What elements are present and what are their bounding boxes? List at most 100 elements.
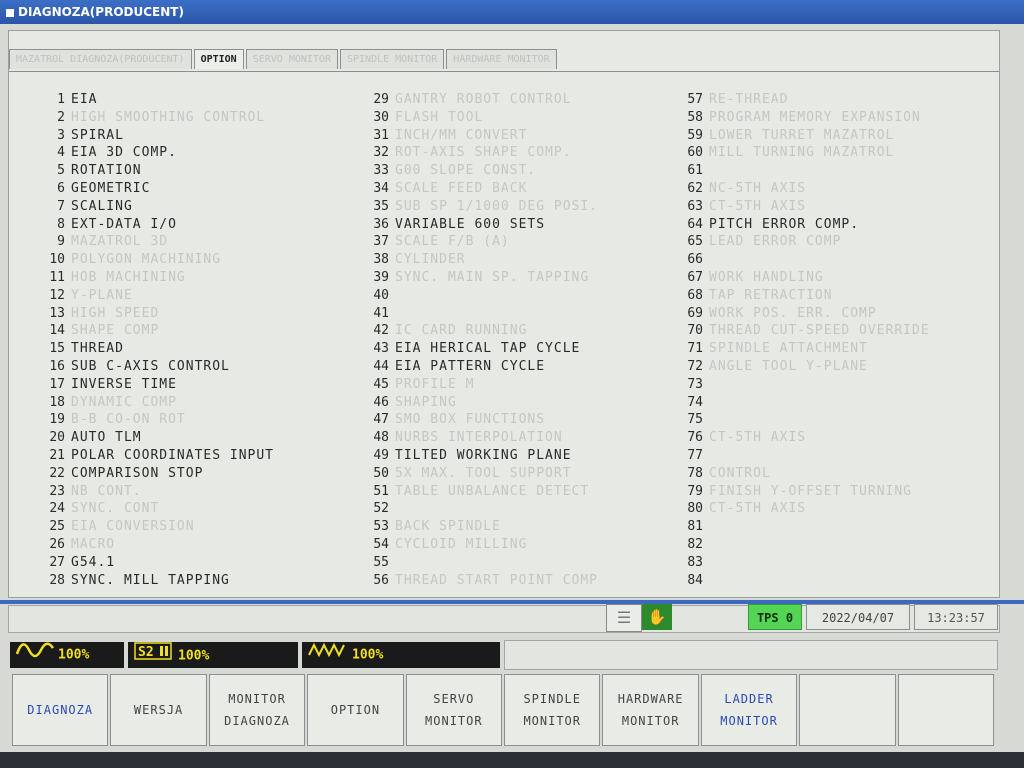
function-key-label: OPTION: [330, 703, 381, 717]
option-label: INVERSE TIME: [71, 376, 177, 392]
function-key-label: SPINDLE: [523, 692, 582, 706]
tab-hardware-monitor[interactable]: HARDWARE MONITOR: [446, 49, 557, 69]
option-label: G00 SLOPE CONST.: [395, 163, 537, 179]
tab-mazatrol-diagnoza[interactable]: MAZATROL DIAGNOZA(PRODUCENT): [9, 49, 192, 69]
date-display: 2022/04/07: [806, 604, 910, 630]
option-number: 16: [49, 359, 65, 374]
option-number: 84: [687, 572, 703, 588]
option-item: 72 ANGLE TOOL Y-PLANE: [677, 358, 868, 376]
function-key-label: SERVO: [433, 692, 475, 706]
option-number: 73: [687, 376, 703, 392]
window-menu-icon[interactable]: [6, 8, 14, 17]
option-item: 66: [677, 251, 709, 269]
window-title: DIAGNOZA(PRODUCENT): [18, 5, 184, 19]
option-number: 40: [373, 287, 389, 303]
function-key-8[interactable]: LADDER MONITOR: [700, 674, 798, 746]
function-key-text: OPTION: [331, 699, 380, 721]
option-number: 48: [373, 430, 389, 446]
option-item: 75: [677, 411, 709, 429]
tab-servo-monitor[interactable]: SERVO MONITOR: [245, 49, 338, 69]
option-number: 5: [57, 163, 65, 179]
option-label: WORK HANDLING: [709, 270, 824, 285]
option-label: THREAD: [71, 341, 124, 357]
option-label: SPIRAL: [71, 127, 124, 143]
option-number: 58: [687, 109, 703, 125]
function-key-4[interactable]: OPTION: [307, 674, 404, 746]
option-item: 1 EIA: [21, 91, 97, 109]
option-number: 47: [373, 412, 389, 428]
option-item: 5 ROTATION: [21, 162, 142, 180]
tps-indicator: TPS 0: [748, 604, 802, 630]
option-label: SPINDLE ATTACHMENT: [709, 341, 868, 357]
option-label: Y-PLANE: [71, 287, 133, 303]
option-label: THREAD CUT-SPEED OVERRIDE: [709, 323, 930, 339]
option-number: 36: [373, 216, 389, 232]
function-key-5[interactable]: SERVO MONITOR: [405, 674, 503, 746]
option-number: 56: [373, 572, 389, 588]
option-number: 57: [687, 92, 703, 107]
option-item: 31 INCH/MM CONVERT: [355, 127, 527, 145]
function-key-10[interactable]: [897, 674, 995, 746]
option-label: CT-5TH AXIS: [709, 198, 807, 214]
option-label: NC-5TH AXIS: [709, 181, 807, 196]
option-item: 36 VARIABLE 600 SETS: [355, 216, 545, 234]
option-label: CT-5TH AXIS: [709, 501, 807, 517]
function-key-6[interactable]: SPINDLE MONITOR: [504, 674, 601, 746]
function-key-text: MONITOR DIAGNOZA: [224, 688, 290, 732]
option-label: NURBS INTERPOLATION: [395, 430, 563, 446]
option-item: 83: [677, 554, 709, 572]
option-item: 39 SYNC. MAIN SP. TAPPING: [355, 269, 589, 287]
function-key-9[interactable]: [799, 674, 896, 746]
option-number: 76: [687, 430, 703, 446]
option-item: 27 G54.1: [21, 554, 115, 572]
option-number: 77: [687, 448, 703, 463]
function-key-2[interactable]: WERSJA: [110, 674, 207, 746]
option-item: 73: [677, 376, 709, 394]
option-number: 26: [49, 537, 65, 552]
tab-option[interactable]: OPTION: [193, 49, 244, 69]
option-item: 61: [677, 162, 709, 180]
function-key-3[interactable]: MONITOR DIAGNOZA: [208, 674, 306, 746]
option-label: TAP RETRACTION: [709, 287, 833, 303]
option-number: 6: [57, 181, 65, 196]
function-key-label: LADDER: [724, 692, 774, 706]
function-key-7[interactable]: HARDWARE MONITOR: [602, 674, 699, 746]
option-number: 66: [687, 252, 703, 268]
option-label: HIGH SPEED: [71, 305, 160, 321]
option-number: 71: [687, 341, 703, 357]
option-number: 22: [49, 465, 65, 481]
function-key-1[interactable]: DIAGNOZA: [12, 674, 109, 746]
option-item: 33 G00 SLOPE CONST.: [355, 162, 536, 180]
option-label: ROT-AXIS SHAPE COMP.: [395, 145, 572, 161]
option-item: 42 IC CARD RUNNING: [355, 322, 527, 340]
override-bar-empty: [504, 640, 998, 670]
option-number: 7: [57, 198, 65, 214]
option-label: EXT-DATA I/O: [71, 216, 177, 232]
option-item: 53 BACK SPINDLE: [355, 518, 501, 536]
option-label: CONTROL: [709, 465, 771, 481]
option-number: 20: [49, 430, 65, 446]
option-number: 49: [373, 448, 389, 463]
option-number: 45: [373, 376, 389, 392]
option-item: 23 NB CONT.: [21, 483, 142, 501]
option-item: 59 LOWER TURRET MAZATROL: [677, 127, 894, 145]
option-item: 15 THREAD: [21, 340, 124, 358]
tab-spindle-monitor[interactable]: SPINDLE MONITOR: [339, 49, 445, 69]
option-number: 82: [687, 537, 703, 552]
option-number: 12: [49, 287, 65, 303]
option-number: 41: [373, 305, 389, 321]
feed-override-value: 100%: [352, 647, 384, 663]
option-number: 46: [373, 394, 389, 410]
option-label: SUB C-AXIS CONTROL: [71, 359, 230, 374]
option-number: 62: [687, 181, 703, 196]
option-item: 68 TAP RETRACTION: [677, 287, 833, 305]
option-number: 74: [687, 394, 703, 410]
option-item: 64 PITCH ERROR COMP.: [677, 216, 859, 234]
option-label: B-B CO-ON ROT: [71, 412, 186, 428]
option-item: 55: [355, 554, 395, 572]
option-label: SYNC. MILL TAPPING: [71, 572, 230, 588]
option-label: THREAD START POINT COMP: [395, 572, 599, 588]
option-number: 75: [687, 412, 703, 428]
svg-text:S2: S2: [138, 645, 154, 660]
option-item: 41: [355, 305, 395, 323]
